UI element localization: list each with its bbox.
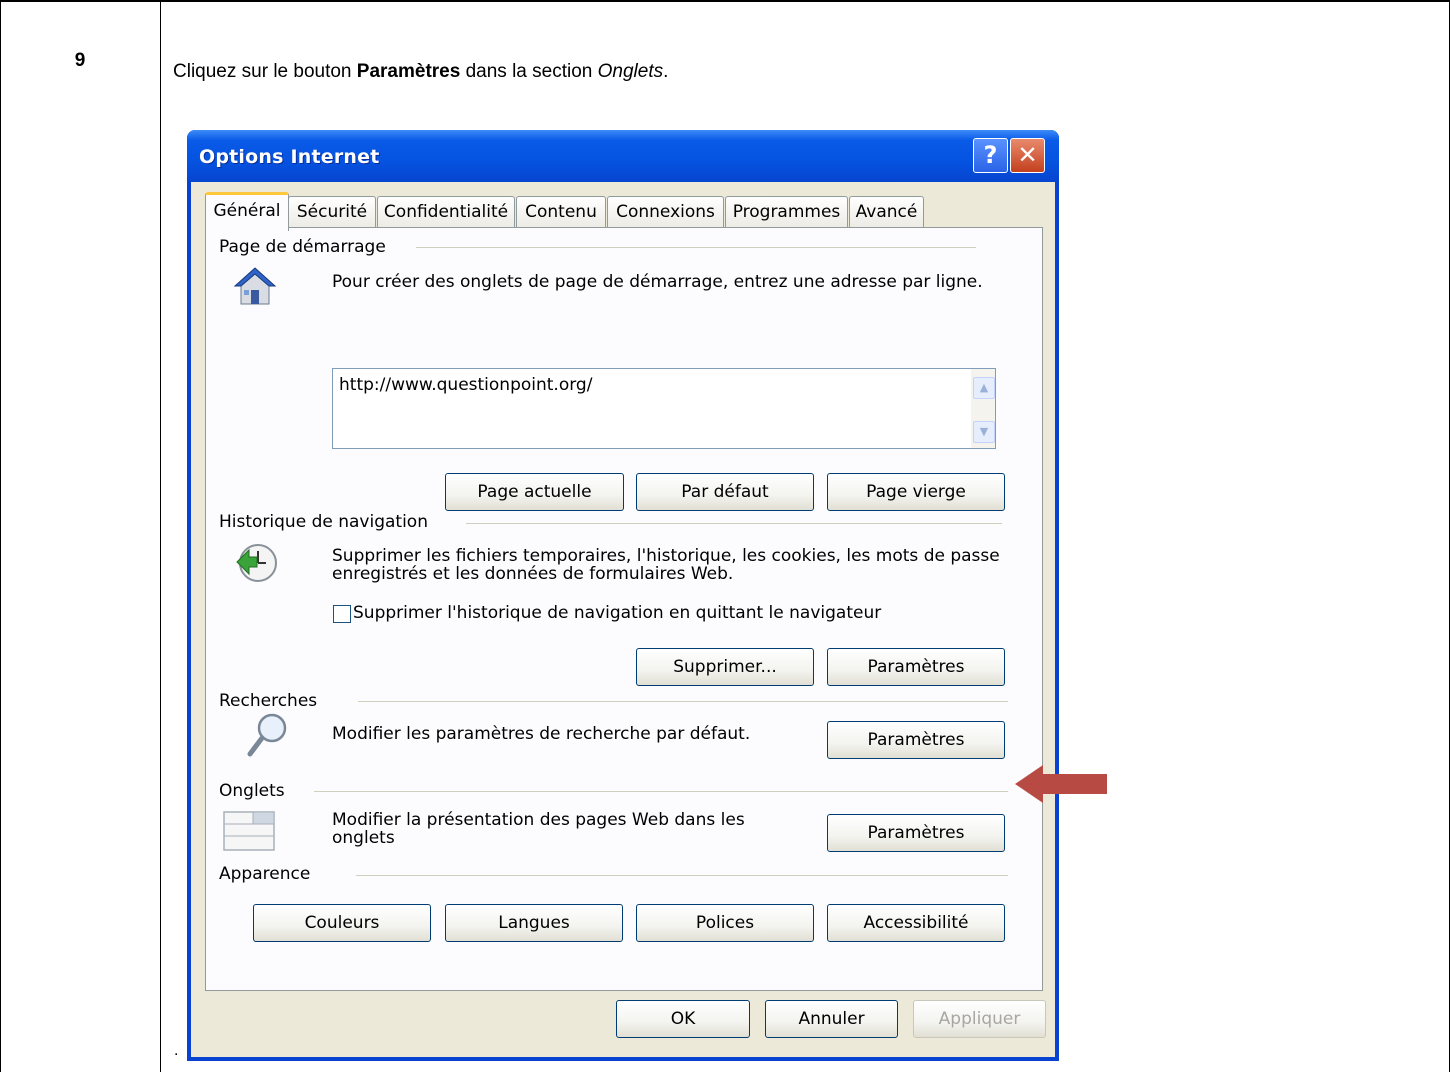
instruction-pre: Cliquez sur le bouton [173, 61, 357, 82]
tab-general[interactable]: Général [205, 192, 289, 231]
options-internet-window: Options Internet ? ✕ Général Sécurité Co… [187, 130, 1059, 1061]
instruction-mid: dans la section [460, 61, 598, 82]
history-section-label: Historique de navigation [219, 512, 428, 532]
par-defaut-button[interactable]: Par défaut [636, 473, 814, 511]
home-page-url-input[interactable]: http://www.questionpoint.org/ ▲ ▼ [332, 368, 996, 449]
search-description: Modifier les paramètres de recherche par… [332, 724, 751, 744]
instruction-text: Cliquez sur le bouton Paramètres dans la… [173, 61, 668, 83]
section-divider [466, 523, 1002, 524]
instruction-end: . [663, 61, 669, 82]
tabs-description-line1: Modifier la présentation des pages Web d… [332, 810, 745, 830]
startup-section-label: Page de démarrage [219, 237, 386, 257]
annuler-button[interactable]: Annuler [765, 1000, 898, 1038]
tab-confidentialite[interactable]: Confidentialité [377, 196, 515, 227]
table-column-separator [160, 0, 161, 1072]
instruction-bold: Paramètres [356, 61, 461, 82]
trailing-dot: . [174, 1042, 179, 1059]
search-magnifier-icon [246, 712, 290, 762]
table-top-border [0, 0, 1450, 2]
search-section-label: Recherches [219, 691, 318, 711]
supprimer-button[interactable]: Supprimer... [636, 648, 814, 686]
history-clock-icon [233, 540, 279, 590]
tabs-layout-icon [223, 808, 275, 856]
home-page-url-value: http://www.questionpoint.org/ [339, 375, 593, 395]
close-button[interactable]: ✕ [1010, 138, 1045, 173]
scroll-up-icon[interactable]: ▲ [973, 377, 995, 399]
page-actuelle-button[interactable]: Page actuelle [445, 473, 624, 511]
instruction-italic: Onglets [597, 61, 664, 82]
history-description-line1: Supprimer les fichiers temporaires, l'hi… [332, 546, 1000, 566]
search-parametres-button[interactable]: Paramètres [827, 721, 1005, 759]
accessibilite-button[interactable]: Accessibilité [827, 904, 1005, 942]
delete-history-on-exit-label[interactable]: Supprimer l'historique de navigation en … [353, 603, 881, 623]
home-icon [233, 266, 277, 314]
url-scrollbar[interactable]: ▲ ▼ [971, 369, 995, 448]
tab-programmes[interactable]: Programmes [725, 196, 848, 227]
tabs-description-line2: onglets [332, 828, 395, 848]
appearance-section-label: Apparence [219, 864, 311, 884]
couleurs-button[interactable]: Couleurs [253, 904, 431, 942]
tab-securite[interactable]: Sécurité [288, 196, 376, 227]
help-button[interactable]: ? [973, 138, 1008, 173]
section-divider [356, 875, 1008, 876]
pointer-arrow-icon [1015, 765, 1107, 803]
startup-description: Pour créer des onglets de page de démarr… [332, 272, 983, 292]
general-tab-panel: Page de démarrage Pour créer des onglets… [205, 227, 1043, 991]
title-bar[interactable]: Options Internet ? ✕ [187, 130, 1059, 182]
dialog-client-area: Général Sécurité Confidentialité Contenu… [191, 182, 1055, 1057]
ok-button[interactable]: OK [616, 1000, 750, 1038]
window-title: Options Internet [199, 146, 380, 168]
section-divider [314, 791, 1008, 792]
scroll-down-icon[interactable]: ▼ [973, 421, 995, 443]
appliquer-button[interactable]: Appliquer [913, 1000, 1046, 1038]
tab-contenu[interactable]: Contenu [516, 196, 606, 227]
section-divider [416, 247, 976, 248]
delete-history-on-exit-checkbox[interactable] [333, 605, 351, 623]
tabs-parametres-button[interactable]: Paramètres [827, 814, 1005, 852]
history-parametres-button[interactable]: Paramètres [827, 648, 1005, 686]
tab-connexions[interactable]: Connexions [607, 196, 724, 227]
tab-avance[interactable]: Avancé [849, 196, 924, 227]
step-number: 9 [74, 50, 86, 71]
langues-button[interactable]: Langues [445, 904, 623, 942]
page-vierge-button[interactable]: Page vierge [827, 473, 1005, 511]
section-divider [358, 701, 1008, 702]
polices-button[interactable]: Polices [636, 904, 814, 942]
tabs-section-label: Onglets [219, 781, 285, 801]
history-description-line2: enregistrés et les données de formulaire… [332, 564, 734, 584]
